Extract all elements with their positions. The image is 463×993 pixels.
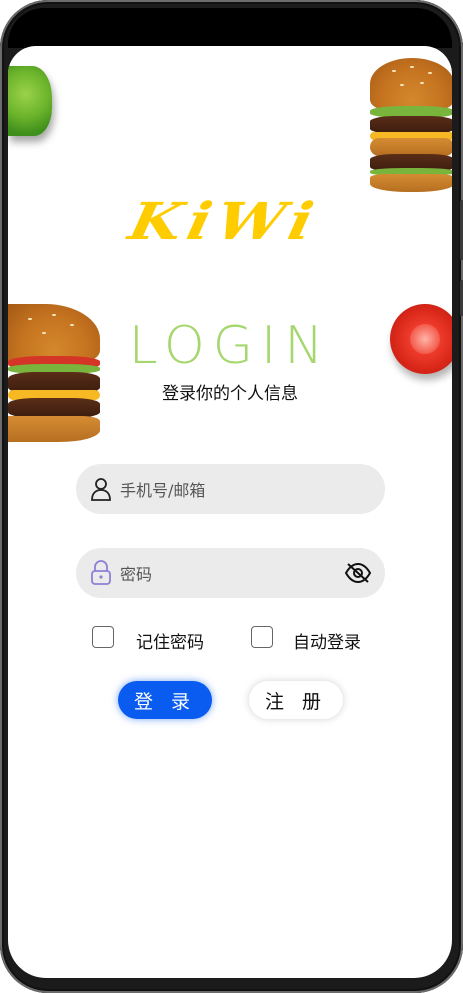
login-button[interactable]: 登 录 <box>118 681 212 719</box>
account-field[interactable]: 手机号/邮箱 <box>76 464 385 514</box>
login-screen: KiWi LOGIN 登录你的个人信息 手机号/邮箱 密码 记住密码 自动登录 … <box>8 46 452 978</box>
brand-logo: KiWi <box>123 192 325 252</box>
remember-password-checkbox[interactable] <box>92 626 114 648</box>
register-button[interactable]: 注 册 <box>249 681 343 719</box>
options-row: 记住密码 自动登录 <box>92 626 392 653</box>
page-title: LOGIN <box>128 316 332 376</box>
lock-icon <box>88 560 114 586</box>
remember-password-label: 记住密码 <box>136 633 204 653</box>
page-subtitle: 登录你的个人信息 <box>162 384 298 404</box>
password-field[interactable]: 密码 <box>76 548 385 598</box>
user-icon <box>88 476 114 502</box>
auto-login-label: 自动登录 <box>293 633 361 653</box>
auto-login-checkbox[interactable] <box>251 626 273 648</box>
account-placeholder: 手机号/邮箱 <box>120 481 206 500</box>
lettuce-image <box>8 66 52 136</box>
burger-image-top-right <box>370 58 452 192</box>
password-placeholder: 密码 <box>120 565 153 584</box>
eye-off-icon[interactable] <box>343 560 373 586</box>
status-bar <box>8 8 452 48</box>
